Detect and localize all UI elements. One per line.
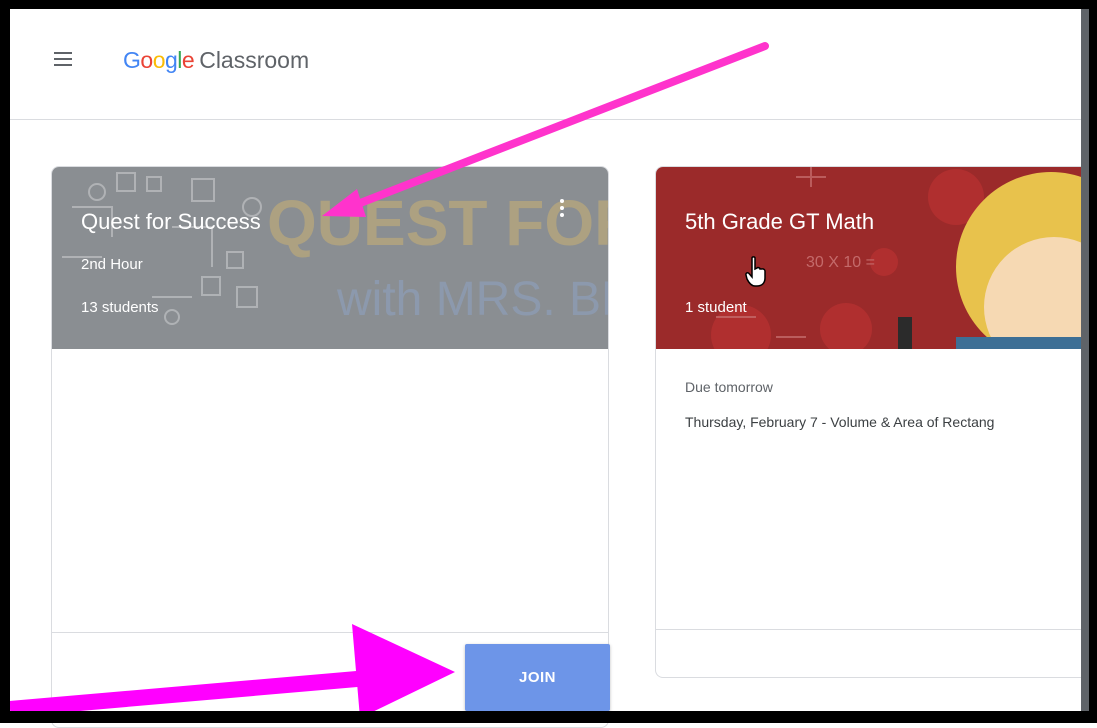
frame-border xyxy=(0,0,1097,9)
scrollbar-track[interactable] xyxy=(1081,9,1089,711)
class-student-count: 1 student xyxy=(685,299,747,316)
app-header: Google Classroom xyxy=(10,9,1081,120)
frame-border xyxy=(0,0,10,723)
class-title[interactable]: Quest for Success xyxy=(81,209,261,235)
due-label: Due tomorrow xyxy=(685,379,773,395)
svg-text:30 X 10 =: 30 X 10 = xyxy=(806,254,875,271)
banner-illustration: 30 X 10 = xyxy=(711,167,1096,349)
class-card-banner[interactable]: 30 X 10 = 5th Grade GT Math 1 student xyxy=(656,167,1096,349)
hand-pointer-icon xyxy=(745,256,766,287)
class-card-5th-grade-gt-math[interactable]: 30 X 10 = 5th Grade GT Math 1 student Du… xyxy=(655,166,1096,678)
class-student-count: 13 students xyxy=(81,299,159,316)
screenshot-frame: Google Classroom QUEST FO with MRS. B Qu… xyxy=(0,0,1097,728)
card-footer-divider xyxy=(52,632,608,633)
app-logo[interactable]: Google Classroom xyxy=(123,47,309,74)
class-section: 2nd Hour xyxy=(81,256,143,273)
class-title[interactable]: 5th Grade GT Math xyxy=(685,209,874,235)
join-button[interactable]: JOIN xyxy=(465,644,610,711)
banner-text-line-2: with MRS. BRA xyxy=(336,273,608,326)
class-grid: QUEST FOR SU with MRS. BRA Quest for Suc… xyxy=(10,120,1096,728)
more-vert-icon[interactable] xyxy=(560,199,566,219)
class-card-banner[interactable]: QUEST FOR SU with MRS. BRA Quest for Suc… xyxy=(52,167,608,349)
card-footer-divider xyxy=(656,629,1096,630)
google-wordmark: Google xyxy=(123,47,195,73)
menu-icon[interactable] xyxy=(54,52,72,66)
due-assignment-link[interactable]: Thursday, February 7 - Volume & Area of … xyxy=(685,414,994,430)
banner-text-line-1: QUEST FOR SU xyxy=(267,187,608,259)
frame-border xyxy=(0,711,1097,723)
product-name: Classroom xyxy=(199,47,310,73)
